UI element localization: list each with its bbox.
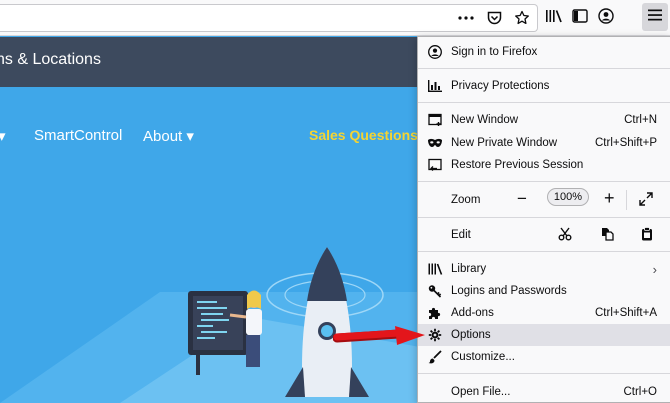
- nav-about[interactable]: About ▾: [143, 127, 194, 145]
- nav-about-label: About: [143, 128, 183, 145]
- private-mask-icon: [427, 135, 443, 151]
- hamburger-menu-button[interactable]: [642, 3, 668, 31]
- url-bar[interactable]: [0, 4, 538, 32]
- site-header-text: ns & Locations: [0, 51, 101, 68]
- menu-separator: [418, 373, 670, 374]
- new-window-shortcut: Ctrl+N: [624, 114, 657, 126]
- library-icon: [427, 261, 443, 277]
- sidebar-icon[interactable]: [571, 7, 589, 25]
- toolbar-right: [545, 7, 615, 25]
- hamburger-menu-icon: [648, 8, 662, 26]
- menu-item-options[interactable]: Options: [418, 324, 670, 346]
- menu-item-zoom: Zoom − 100% +: [418, 188, 670, 210]
- logins-label: Logins and Passwords: [451, 285, 567, 297]
- puzzle-piece-icon: [427, 305, 443, 321]
- menu-item-customize[interactable]: Customize...: [418, 346, 670, 368]
- menu-separator: [418, 181, 670, 182]
- addons-shortcut: Ctrl+Shift+A: [595, 307, 657, 319]
- library-icon[interactable]: [545, 7, 563, 25]
- menu-item-addons[interactable]: Add-ons Ctrl+Shift+A: [418, 302, 670, 324]
- red-arrow-annotation: [333, 326, 425, 345]
- library-label: Library: [451, 263, 487, 275]
- cut-icon[interactable]: [558, 227, 572, 244]
- menu-separator: [418, 251, 670, 252]
- addons-label: Add-ons: [451, 307, 494, 319]
- firefox-app-menu: Sign in to Firefox Privacy Protections N…: [417, 36, 670, 403]
- browser-toolbar: [0, 0, 670, 36]
- zoom-out-button[interactable]: −: [517, 190, 527, 208]
- zoom-label: Zoom: [451, 194, 481, 206]
- nav-smartcontrol[interactable]: SmartControl: [34, 127, 122, 144]
- menu-item-privacy-protections[interactable]: Privacy Protections: [418, 75, 670, 97]
- menu-item-new-window[interactable]: New Window Ctrl+N: [418, 109, 670, 131]
- new-window-icon: [427, 112, 443, 128]
- restore-session-label: Restore Previous Session: [451, 159, 584, 171]
- menu-item-open-file[interactable]: Open File... Ctrl+O: [418, 381, 670, 402]
- sales-questions-link[interactable]: Sales Questions?: [309, 127, 426, 143]
- pocket-icon[interactable]: [485, 9, 503, 27]
- zoom-in-button[interactable]: +: [604, 189, 615, 207]
- new-private-shortcut: Ctrl+Shift+P: [595, 137, 657, 149]
- gear-icon: [427, 327, 443, 343]
- zoom-divider: [626, 190, 627, 210]
- page-actions: [457, 8, 531, 28]
- bookmark-star-icon[interactable]: [513, 9, 531, 27]
- zoom-reset-button[interactable]: 100%: [547, 188, 589, 206]
- menu-separator: [418, 68, 670, 69]
- more-icon[interactable]: [457, 9, 475, 27]
- copy-icon[interactable]: [600, 227, 614, 244]
- sign-in-label: Sign in to Firefox: [451, 46, 538, 58]
- menu-separator: [418, 102, 670, 103]
- edit-label: Edit: [451, 229, 471, 241]
- privacy-label: Privacy Protections: [451, 80, 550, 92]
- nav-caret[interactable]: ▾: [0, 127, 6, 145]
- key-icon: [427, 283, 443, 299]
- menu-item-sign-in[interactable]: Sign in to Firefox: [418, 41, 670, 63]
- fullscreen-icon[interactable]: [639, 192, 653, 209]
- options-label: Options: [451, 329, 491, 341]
- new-window-label: New Window: [451, 114, 519, 126]
- menu-item-restore-session[interactable]: Restore Previous Session: [418, 154, 670, 176]
- paste-icon[interactable]: [641, 227, 653, 244]
- dashboard-icon: [427, 78, 443, 94]
- menu-separator: [418, 217, 670, 218]
- chevron-right-icon: ›: [652, 261, 657, 277]
- customize-label: Customize...: [451, 351, 515, 363]
- menu-item-edit: Edit: [418, 224, 670, 246]
- menu-item-logins[interactable]: Logins and Passwords: [418, 280, 670, 302]
- account-icon: [427, 44, 443, 60]
- restore-session-icon: [427, 157, 443, 173]
- open-file-label: Open File...: [451, 386, 511, 398]
- paintbrush-icon: [427, 349, 443, 365]
- menu-item-library[interactable]: Library ›: [418, 258, 670, 280]
- account-icon[interactable]: [597, 7, 615, 25]
- menu-item-new-private-window[interactable]: New Private Window Ctrl+Shift+P: [418, 132, 670, 154]
- open-file-shortcut: Ctrl+O: [623, 386, 657, 398]
- new-private-label: New Private Window: [451, 137, 558, 149]
